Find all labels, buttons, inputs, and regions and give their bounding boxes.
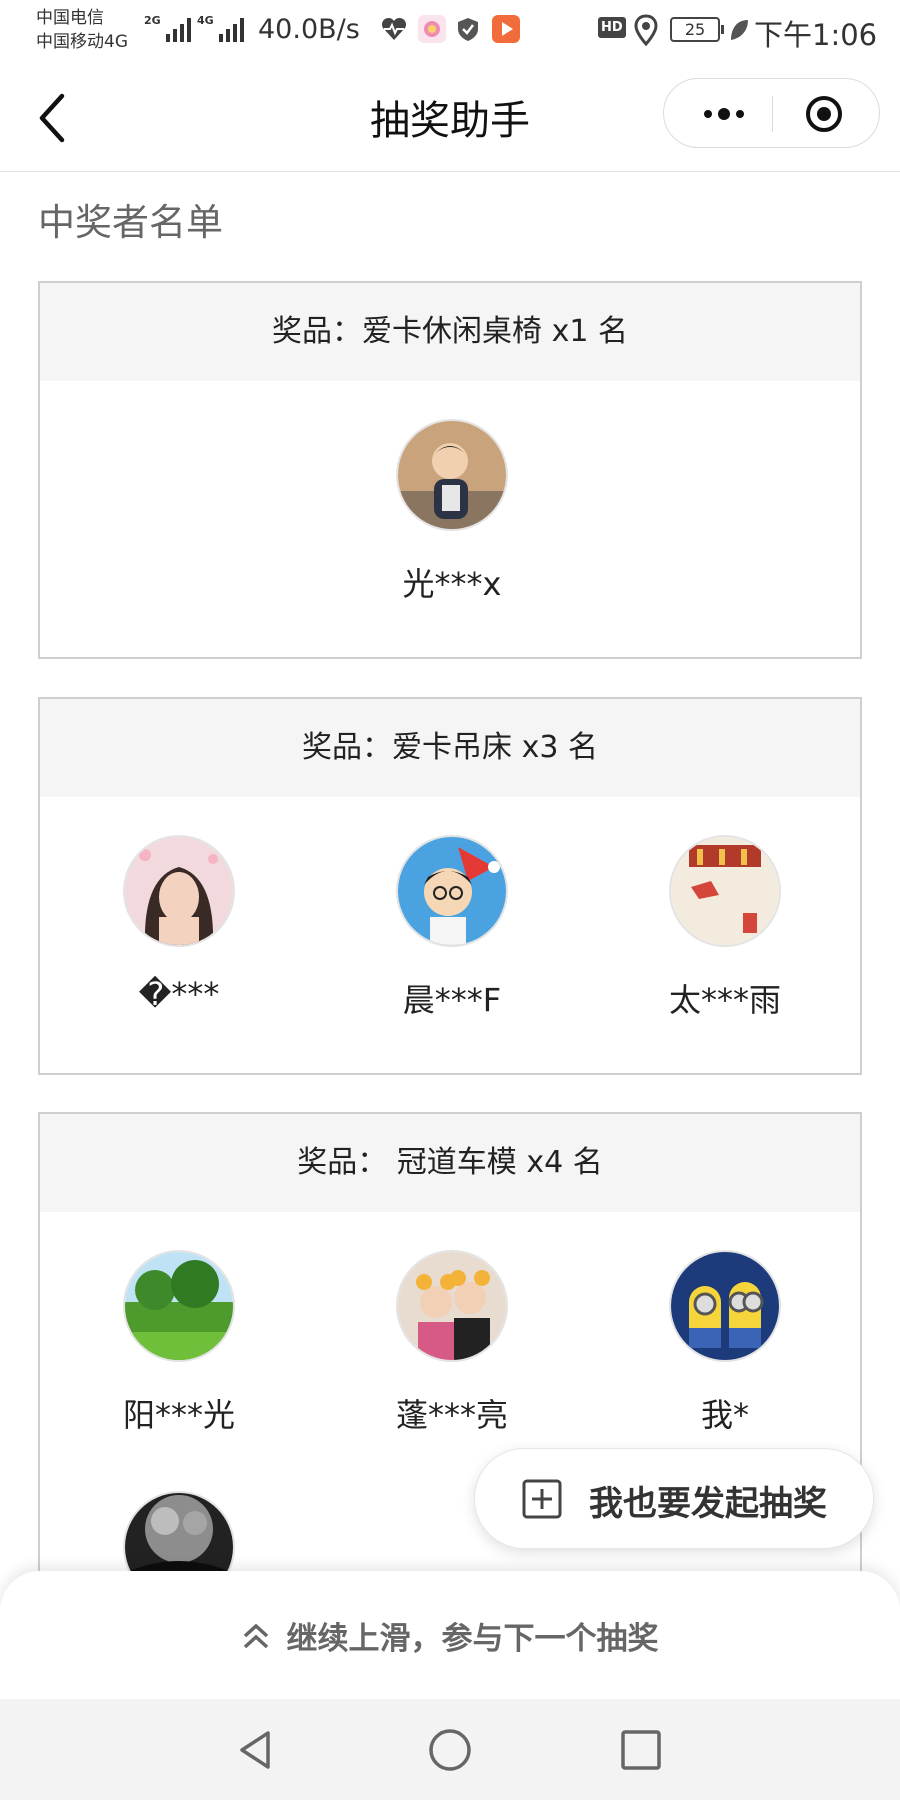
winners-list-title: 中奖者名单: [38, 201, 223, 244]
avatar: [396, 1250, 508, 1362]
double-chevron-up-icon: [244, 1623, 269, 1648]
winner-name: 太***雨: [668, 981, 781, 1019]
network-speed: 40.0B/s: [258, 14, 360, 45]
winner-item[interactable]: 我*: [605, 1250, 845, 1436]
avatar: [123, 1250, 235, 1362]
swipe-up-hint[interactable]: 继续上滑，参与下一个抽奖: [0, 1571, 900, 1699]
more-dots-icon[interactable]: [694, 99, 754, 129]
prize-card: 奖品： 冠道车模 x4 名 阳***光 蓬***亮 我*: [38, 1112, 862, 1632]
winner-item[interactable]: 蓬***亮: [332, 1250, 572, 1436]
video-icon: [492, 15, 520, 43]
battery-icon: 25: [670, 17, 724, 42]
prize-header: 奖品：爱卡吊床 x3 名: [40, 699, 860, 797]
nav-bar: 抽奖助手: [0, 62, 900, 172]
winner-name: 蓬***亮: [395, 1396, 508, 1434]
signal-icon: 2G: [144, 14, 191, 42]
winner-name: 阳***光: [122, 1396, 235, 1434]
square-recents-icon[interactable]: [618, 1727, 664, 1773]
target-circle-icon[interactable]: [804, 94, 844, 134]
carrier-1: 中国电信: [36, 8, 104, 28]
start-lottery-label: 我也要发起抽奖: [589, 1484, 827, 1524]
hd-badge: HD: [598, 17, 626, 38]
winner-name: 光***x: [402, 565, 502, 603]
avatar: [396, 419, 508, 531]
winner-item[interactable]: 光***x: [332, 419, 572, 605]
winner-name: 我*: [700, 1396, 749, 1434]
avatar: [123, 835, 235, 947]
winner-item[interactable]: 阳***光: [59, 1250, 299, 1436]
winner-item[interactable]: 晨***F: [332, 835, 572, 1021]
carrier-labels: 中国电信 中国移动4G: [36, 6, 128, 54]
leaf-icon: [731, 20, 748, 40]
prize-card: 奖品：爱卡休闲桌椅 x1 名 光***x: [38, 281, 862, 659]
avatar: [669, 1250, 781, 1362]
signal-type: 4G: [197, 14, 214, 27]
location-icon: [634, 14, 658, 46]
carrier-2: 中国移动4G: [36, 32, 128, 52]
triangle-back-icon[interactable]: [234, 1727, 280, 1773]
plus-square-icon: [522, 1479, 562, 1519]
signal-type: 2G: [144, 14, 161, 27]
swipe-hint-text: 继续上滑，参与下一个抽奖: [286, 1621, 659, 1657]
start-lottery-button[interactable]: 我也要发起抽奖: [474, 1448, 874, 1549]
circle-home-icon[interactable]: [427, 1727, 473, 1773]
system-navigation-bar: [0, 1699, 900, 1800]
prize-header: 奖品：爱卡休闲桌椅 x1 名: [40, 283, 860, 381]
avatar: [669, 835, 781, 947]
gallery-icon: [418, 15, 446, 43]
heart-rate-icon: [381, 17, 407, 40]
swipe-hint-content: 继续上滑，参与下一个抽奖: [0, 1613, 900, 1658]
shield-icon: [458, 18, 478, 41]
prize-card: 奖品：爱卡吊床 x3 名 �*** 晨***F 太***雨: [38, 697, 862, 1075]
winner-item[interactable]: �***: [59, 835, 299, 1013]
status-bar: 中国电信 中国移动4G 2G 4G 40.0B/s HD 25 下午1:06: [0, 0, 900, 62]
capsule-divider: [772, 96, 773, 132]
signal-icon: 4G: [197, 14, 244, 42]
mini-program-capsule: [663, 78, 880, 148]
battery-level: 25: [684, 20, 706, 39]
clock: 下午1:06: [754, 18, 878, 52]
winner-item[interactable]: 太***雨: [605, 835, 845, 1021]
winner-name: �***: [138, 975, 220, 1013]
prize-header: 奖品： 冠道车模 x4 名: [40, 1114, 860, 1212]
avatar: [396, 835, 508, 947]
winner-name: 晨***F: [402, 981, 502, 1019]
